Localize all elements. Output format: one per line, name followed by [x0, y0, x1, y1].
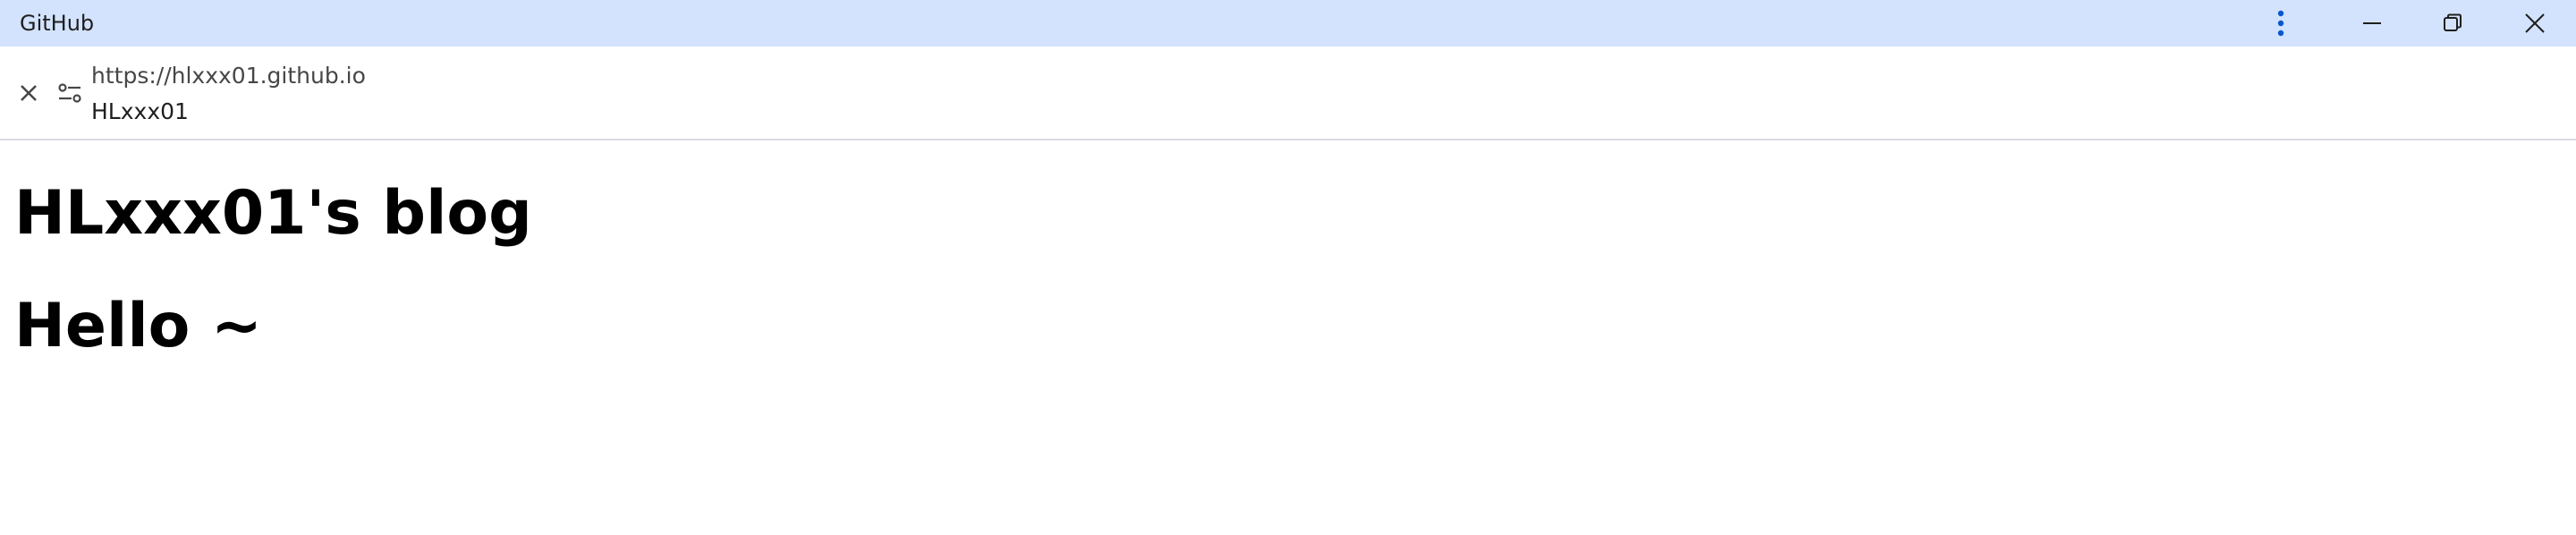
minimize-button[interactable] — [2351, 0, 2394, 47]
close-x-icon — [21, 85, 37, 101]
title-bar: GitHub — [0, 0, 2576, 47]
more-vert-icon — [2277, 10, 2284, 37]
page-content: HLxxx01's blog Hello ~ — [0, 140, 2576, 535]
address-bar: https://hlxxx01.github.io HLxxx01 — [0, 47, 2576, 140]
restore-button[interactable] — [2431, 0, 2474, 47]
page-subheading: Hello ~ — [14, 291, 263, 361]
restore-icon — [2444, 13, 2462, 31]
close-window-button[interactable] — [2513, 0, 2556, 47]
close-tab-button[interactable] — [13, 77, 45, 109]
page-title: HLxxx01's blog — [14, 178, 532, 249]
close-icon — [2525, 13, 2545, 33]
minimize-icon — [2363, 22, 2381, 24]
more-menu-button[interactable] — [2263, 0, 2299, 47]
site-name: HLxxx01 — [91, 98, 189, 124]
page-url[interactable]: https://hlxxx01.github.io — [91, 61, 366, 91]
site-settings-button[interactable] — [54, 77, 86, 109]
tune-icon — [58, 83, 81, 103]
app-title: GitHub — [20, 11, 95, 36]
